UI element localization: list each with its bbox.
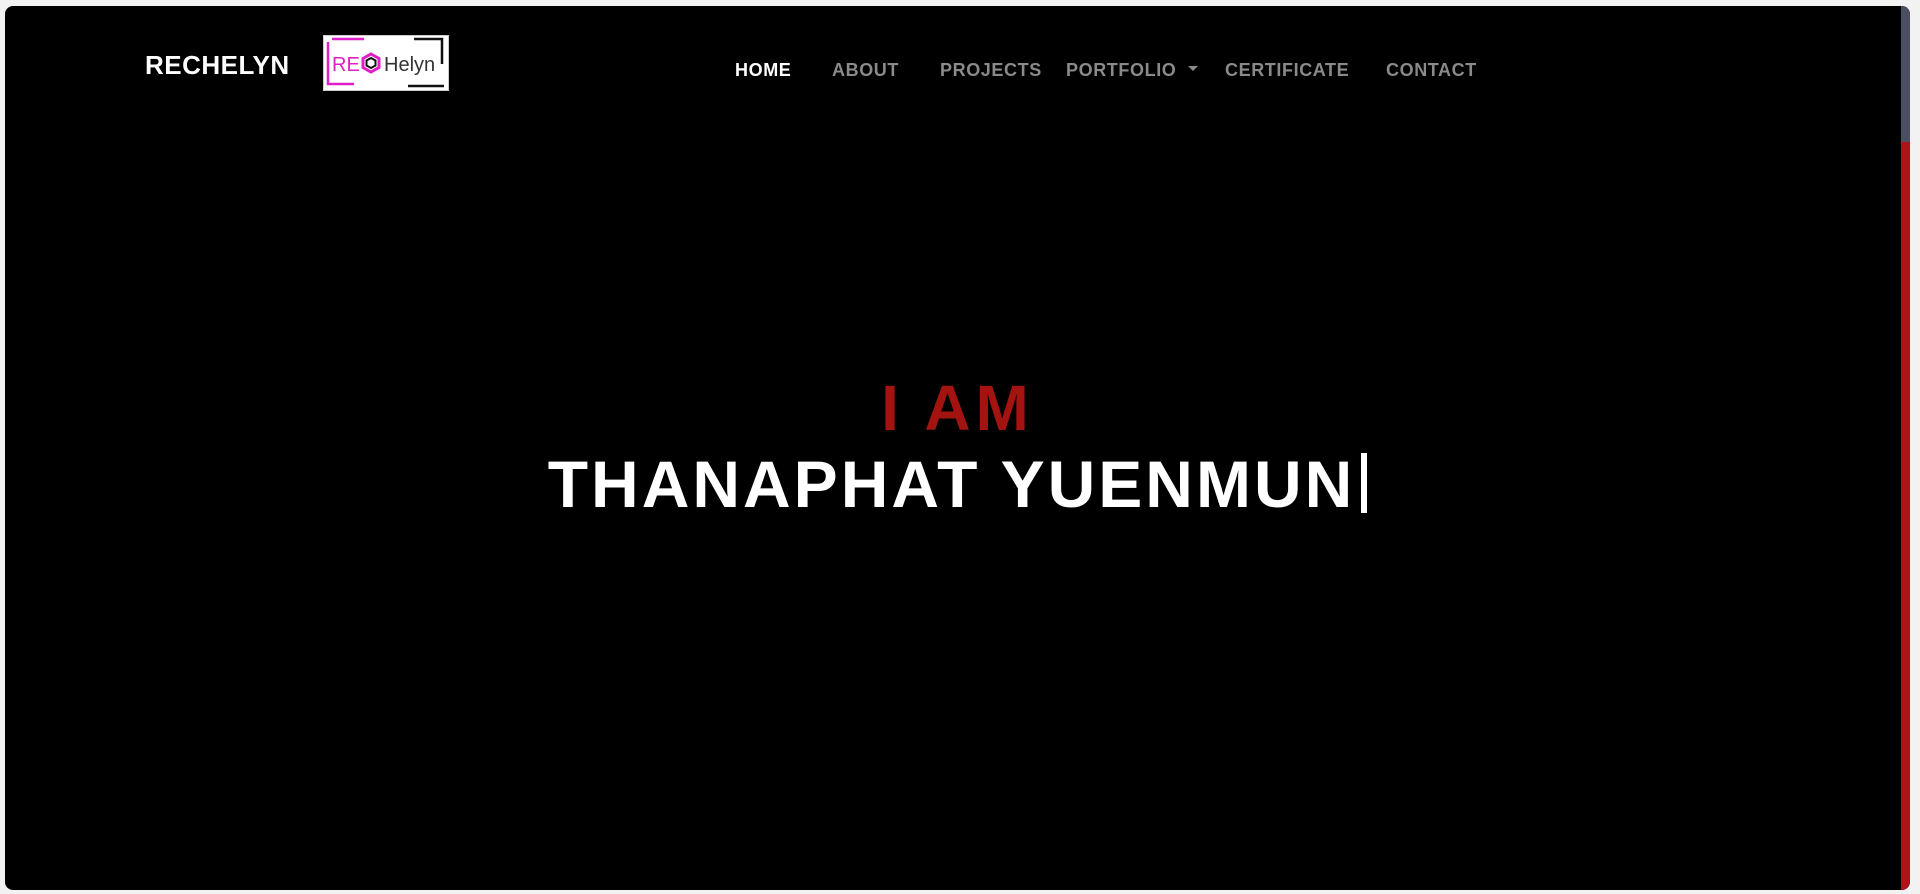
scrollbar[interactable] [1901, 6, 1910, 890]
typing-cursor [1361, 453, 1368, 513]
nav-item-projects[interactable]: PROJECTS [940, 56, 1042, 84]
main-nav: HOME ABOUT PROJECTS PORTFOLIO CERTIFICAT… [5, 56, 1910, 84]
hero-name-text: THANAPHAT YUENMUN [547, 447, 1356, 521]
hero-kicker: I AM [881, 372, 1034, 444]
nav-item-portfolio[interactable]: PORTFOLIO [1066, 56, 1199, 84]
browser-viewport: RECHELYN RE Helyn HOME ABOUT PROJECTS PO… [5, 6, 1910, 890]
chevron-down-icon [1188, 65, 1199, 71]
nav-item-certificate[interactable]: CERTIFICATE [1225, 56, 1349, 84]
nav-item-portfolio-label: PORTFOLIO [1066, 60, 1177, 80]
hero-name: THANAPHAT YUENMUN [5, 446, 1910, 522]
scrollbar-thumb[interactable] [1901, 6, 1910, 142]
nav-item-contact[interactable]: CONTACT [1386, 56, 1477, 84]
nav-item-home[interactable]: HOME [735, 56, 791, 84]
nav-item-about[interactable]: ABOUT [832, 56, 899, 84]
